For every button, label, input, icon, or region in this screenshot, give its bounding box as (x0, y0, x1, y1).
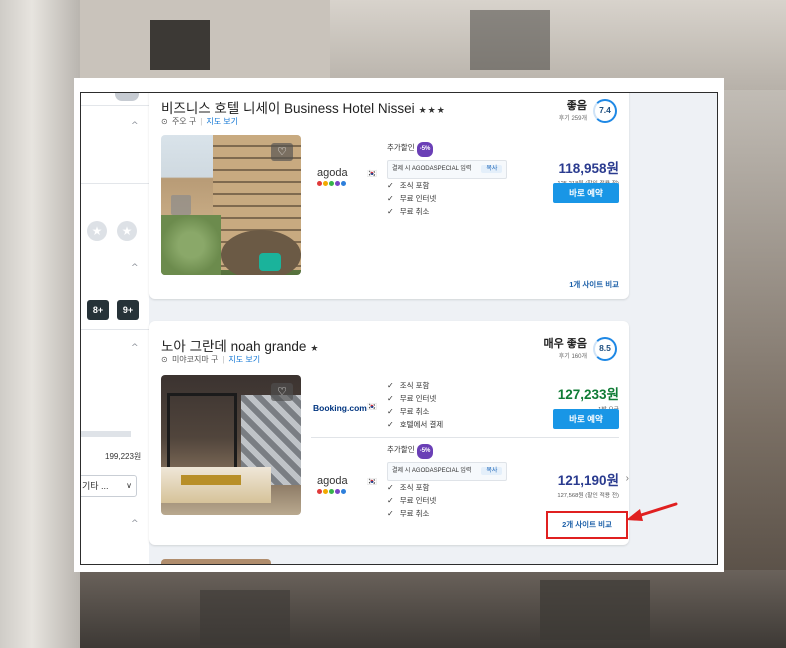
booking-logo: Booking.com (313, 403, 367, 413)
rating-word: 매우 좋음 (543, 338, 587, 350)
sort-select[interactable]: 기타 ... ∨ (81, 475, 137, 497)
coupon-text: 결제 시 AGODASPECIAL 입력 (392, 468, 472, 474)
chevron-up-icon[interactable]: ^ (131, 121, 139, 131)
promo-label: 추가할인 (387, 143, 415, 152)
hotel-location: ⊙ 주오 구 | 지도 보기 (161, 117, 238, 126)
perk-item: 무료 인터넷 (399, 394, 437, 403)
check-icon: ✓ (387, 194, 394, 203)
score-badge: 8.5 (593, 337, 617, 361)
provider-name: agoda (317, 475, 348, 487)
price-amount: 118,958원 (558, 161, 619, 176)
perk-item: 무료 취소 (399, 509, 430, 518)
sort-select-value: 기타 ... (82, 481, 109, 491)
chevron-right-icon[interactable]: › (626, 473, 629, 484)
hotel-name-text[interactable]: 노아 그란데 noah grande (161, 339, 306, 354)
price-note: 127,568원 (할인 적용 전) (557, 493, 619, 499)
check-icon: ✓ (387, 394, 394, 403)
screenshot-panel: ^ ★ ★ ^ 8+ 9+ ^ 199,223원 기타 ... ∨ ^ 비즈니스… (74, 78, 724, 572)
price-amount: 127,233원 (557, 387, 619, 402)
hotel-name[interactable]: 비즈니스 호텔 니세이 Business Hotel Nissei ★★★ (161, 97, 446, 117)
check-icon: ✓ (387, 207, 394, 216)
copy-coupon-button[interactable]: 복사 (481, 165, 503, 173)
score-badge: 7.4 (593, 99, 617, 123)
compare-sites-link[interactable]: 1개 사이트 비교 (569, 279, 619, 290)
review-rating[interactable]: 좋음 후기 259개 7.4 (558, 97, 617, 123)
hotel-card[interactable]: 비즈니스 호텔 니세이 Business Hotel Nissei ★★★ ⊙ 주… (149, 93, 629, 299)
check-icon: ✓ (387, 181, 394, 190)
perk-item: 무료 인터넷 (399, 496, 437, 505)
hotel-location: ⊙ 미야코지마 구 | 지도 보기 (161, 355, 261, 364)
location-pin-icon: ⊙ (161, 355, 168, 364)
check-icon: ✓ (387, 407, 394, 416)
discount-badge: -5% (416, 444, 434, 459)
book-now-button[interactable]: 바로 예약 (553, 183, 619, 203)
offer-perks: ✓ 조식 포함 ✓ 무료 인터넷 ✓ 무료 취소 ✓ 호텔에서 결제 (387, 379, 443, 431)
review-count: 후기 160개 (558, 354, 587, 360)
price-slider[interactable] (81, 431, 131, 437)
red-arrow-annotation-icon (626, 502, 678, 521)
hotel-card[interactable]: 노아 그란데 noah grande ★ ⊙ 미야코지마 구 | 지도 보기 매우 좋… (149, 321, 629, 545)
location-pin-icon: ⊙ (161, 117, 168, 126)
coupon-box: 결제 시 AGODASPECIAL 입력 복사 (387, 160, 508, 179)
chevron-up-icon[interactable]: ^ (131, 263, 139, 273)
heart-icon[interactable]: ♡ (271, 143, 293, 161)
provider-name: agoda (317, 167, 348, 179)
location-text: 주오 구 (171, 117, 197, 126)
hotel-name-text[interactable]: 비즈니스 호텔 니세이 Business Hotel Nissei (161, 101, 415, 116)
chevron-down-icon: ∨ (126, 481, 132, 490)
compare-sites-link-highlighted[interactable]: 2개 사이트 비교 (546, 511, 628, 539)
review-count: 후기 259개 (558, 116, 587, 122)
star-filter-4[interactable]: ★ (87, 221, 107, 241)
coupon-box: 결제 시 AGODASPECIAL 입력 복사 (387, 462, 508, 481)
score-chip-8[interactable]: 8+ (87, 300, 109, 320)
heart-icon[interactable]: ♡ (271, 383, 293, 401)
filter-toggle[interactable] (115, 93, 139, 101)
filter-sidebar: ^ ★ ★ ^ 8+ 9+ ^ 199,223원 기타 ... ∨ ^ (81, 93, 149, 564)
score-chip-9[interactable]: 9+ (117, 300, 139, 320)
offer-perks: 추가할인 -5% 결제 시 AGODASPECIAL 입력 복사 ✓ 조식 포함 ✓… (387, 141, 508, 218)
hotel-photo[interactable]: ♡ (161, 375, 301, 515)
check-icon: ✓ (387, 483, 394, 492)
check-icon: ✓ (387, 509, 394, 518)
star-rating: ★★★ (418, 105, 446, 115)
offer-perks: 추가할인 -5% 결제 시 AGODASPECIAL 입력 복사 ✓ 조식 포함 ✓… (387, 443, 508, 520)
hotel-name[interactable]: 노아 그란데 noah grande ★ (161, 335, 320, 355)
book-now-button[interactable]: 바로 예약 (553, 409, 619, 429)
korea-flag-icon: 🇰🇷 (367, 169, 377, 178)
chevron-up-icon[interactable]: ^ (131, 343, 139, 353)
perk-item: 무료 인터넷 (399, 194, 437, 203)
rating-word: 좋음 (566, 100, 587, 112)
perk-item: 조식 포함 (399, 483, 430, 492)
next-hotel-card-edge (161, 559, 271, 564)
perk-item: 조식 포함 (399, 381, 430, 390)
korea-flag-icon: 🇰🇷 (367, 402, 377, 411)
check-icon: ✓ (387, 381, 394, 390)
perk-item: 무료 취소 (399, 207, 430, 216)
korea-flag-icon: 🇰🇷 (367, 477, 377, 486)
perk-item: 호텔에서 결제 (399, 420, 444, 429)
agoda-logo: agoda (317, 475, 348, 494)
check-icon: ✓ (387, 496, 394, 505)
chevron-up-icon[interactable]: ^ (131, 519, 139, 529)
map-link[interactable]: 지도 보기 (228, 355, 260, 364)
map-link[interactable]: 지도 보기 (206, 117, 238, 126)
agoda-logo: agoda (317, 167, 348, 186)
discount-badge: -5% (416, 142, 434, 157)
star-rating: ★ (310, 343, 320, 353)
image-prev-button[interactable] (171, 195, 191, 215)
offer-price[interactable]: 121,190원 127,568원 (할인 적용 전) › (557, 469, 629, 499)
perk-item: 무료 취소 (399, 407, 430, 416)
promo-label: 추가할인 (387, 445, 415, 454)
hotel-photo[interactable]: ♡ (161, 135, 301, 275)
review-rating[interactable]: 매우 좋음 후기 160개 8.5 (543, 335, 617, 361)
coupon-text: 결제 시 AGODASPECIAL 입력 (392, 166, 472, 172)
price-amount: 121,190원 (557, 473, 619, 488)
perk-item: 조식 포함 (399, 181, 430, 190)
check-icon: ✓ (387, 420, 394, 429)
hotel-results-frame: ^ ★ ★ ^ 8+ 9+ ^ 199,223원 기타 ... ∨ ^ 비즈니스… (80, 92, 718, 565)
location-text: 미야코지마 구 (171, 355, 219, 364)
price-max-value: 199,223원 (105, 452, 142, 461)
star-filter-5[interactable]: ★ (117, 221, 137, 241)
copy-coupon-button[interactable]: 복사 (481, 467, 503, 475)
